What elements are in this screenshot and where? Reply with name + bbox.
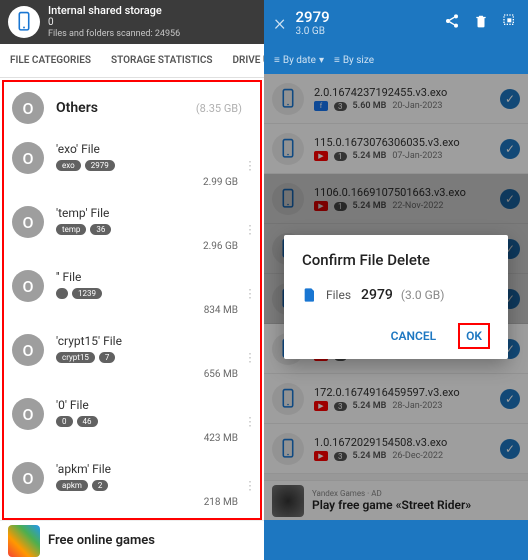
file-size: 2.99 GB bbox=[203, 177, 238, 188]
file-avatar: O bbox=[12, 142, 44, 174]
file-row[interactable]: O '0' File 0 46 423 MB ⋮ bbox=[4, 390, 260, 454]
dialog-title: Confirm File Delete bbox=[302, 251, 490, 269]
highlight-box: O Others (8.35 GB) O 'exo' File exo 2979 … bbox=[2, 80, 262, 520]
storage-count: 0 bbox=[48, 17, 180, 29]
category-others[interactable]: O Others (8.35 GB) bbox=[4, 82, 260, 134]
confirm-delete-dialog: Confirm File Delete Files 2979 (3.0 GB) … bbox=[284, 235, 508, 359]
category-label: Others bbox=[56, 100, 196, 116]
select-all-icon[interactable] bbox=[502, 13, 518, 33]
more-icon[interactable]: ⋮ bbox=[244, 293, 256, 296]
file-size: 834 MB bbox=[204, 305, 238, 316]
file-row[interactable]: O '' File 1239 834 MB ⋮ bbox=[4, 262, 260, 326]
right-pane: × 2979 3.0 GB ≡ By date ▾ ≡ By size 2.0.… bbox=[264, 0, 528, 560]
file-list-area: 2.0.1674237192455.v3.exo f35.60 MB20-Jan… bbox=[264, 74, 528, 520]
selection-count: 2979 bbox=[296, 9, 434, 26]
file-chip: 1239 bbox=[72, 288, 102, 299]
ok-button[interactable]: OK bbox=[458, 323, 490, 349]
share-icon[interactable] bbox=[444, 13, 460, 33]
dialog-overlay: Confirm File Delete Files 2979 (3.0 GB) … bbox=[264, 74, 528, 520]
file-row[interactable]: O 'apkm' File apkm 2 218 MB ⋮ bbox=[4, 454, 260, 518]
file-size: 423 MB bbox=[204, 433, 238, 444]
file-title: 'exo' File bbox=[56, 142, 252, 156]
file-chip: 7 bbox=[99, 352, 116, 363]
more-icon[interactable]: ⋮ bbox=[244, 421, 256, 424]
tab-categories[interactable]: FILE CATEGORIES bbox=[0, 44, 101, 77]
close-icon[interactable]: × bbox=[274, 11, 286, 36]
file-title: '' File bbox=[56, 270, 252, 284]
file-row[interactable]: O 'exo' File exo 2979 2.99 GB ⋮ bbox=[4, 134, 260, 198]
category-size: (8.35 GB) bbox=[196, 102, 242, 115]
tab-drive[interactable]: DRIVE US bbox=[223, 44, 264, 77]
more-icon[interactable]: ⋮ bbox=[244, 165, 256, 168]
sort-by-date[interactable]: ≡ By date ▾ bbox=[274, 55, 324, 66]
sort-bar: ≡ By date ▾ ≡ By size bbox=[264, 46, 528, 74]
file-chip: 36 bbox=[90, 224, 111, 235]
more-icon[interactable]: ⋮ bbox=[244, 357, 256, 360]
file-size: 656 MB bbox=[204, 369, 238, 380]
scan-count: Files and folders scanned: 24956 bbox=[48, 29, 180, 40]
delete-icon[interactable] bbox=[474, 13, 488, 33]
ad-thumb-icon bbox=[8, 525, 40, 557]
file-chip: crypt15 bbox=[56, 352, 95, 363]
phone-icon bbox=[8, 6, 40, 38]
selection-header: × 2979 3.0 GB bbox=[264, 0, 528, 46]
tab-stats[interactable]: STORAGE STATISTICS bbox=[101, 44, 223, 77]
storage-header: Internal shared storage 0 Files and fold… bbox=[0, 0, 264, 44]
file-chip: 0 bbox=[56, 416, 73, 427]
left-pane: Internal shared storage 0 Files and fold… bbox=[0, 0, 264, 560]
file-avatar: O bbox=[12, 206, 44, 238]
file-chip bbox=[56, 288, 68, 299]
file-title: 'apkm' File bbox=[56, 462, 252, 476]
file-size: 2.96 GB bbox=[203, 241, 238, 252]
file-size: 218 MB bbox=[204, 497, 238, 508]
file-chip: 46 bbox=[77, 416, 98, 427]
selection-size: 3.0 GB bbox=[296, 26, 434, 37]
cancel-button[interactable]: CANCEL bbox=[383, 323, 444, 349]
category-avatar: O bbox=[12, 92, 44, 124]
more-icon[interactable]: ⋮ bbox=[244, 229, 256, 232]
file-chip: apkm bbox=[56, 480, 88, 491]
file-chip: exo bbox=[56, 160, 81, 171]
file-chip: 2979 bbox=[85, 160, 115, 171]
files-size: (3.0 GB) bbox=[401, 288, 445, 302]
file-icon bbox=[302, 285, 318, 305]
file-avatar: O bbox=[12, 398, 44, 430]
files-count: 2979 bbox=[361, 287, 393, 303]
file-row[interactable]: O 'crypt15' File crypt15 7 656 MB ⋮ bbox=[4, 326, 260, 390]
file-title: 'crypt15' File bbox=[56, 334, 252, 348]
file-row[interactable]: O 'temp' File temp 36 2.96 GB ⋮ bbox=[4, 198, 260, 262]
ad-text: Free online games bbox=[48, 533, 155, 548]
tab-bar: FILE CATEGORIES STORAGE STATISTICS DRIVE… bbox=[0, 44, 264, 78]
file-avatar: O bbox=[12, 334, 44, 366]
file-avatar: O bbox=[12, 270, 44, 302]
file-avatar: O bbox=[12, 462, 44, 494]
sort-by-size[interactable]: ≡ By size bbox=[334, 55, 374, 66]
file-chip: temp bbox=[56, 224, 86, 235]
ad-banner[interactable]: Free online games bbox=[0, 520, 264, 560]
files-label: Files bbox=[326, 288, 351, 302]
file-title: 'temp' File bbox=[56, 206, 252, 220]
file-chip: 2 bbox=[92, 480, 109, 491]
file-title: '0' File bbox=[56, 398, 252, 412]
more-icon[interactable]: ⋮ bbox=[244, 485, 256, 488]
storage-title: Internal shared storage bbox=[48, 4, 180, 17]
